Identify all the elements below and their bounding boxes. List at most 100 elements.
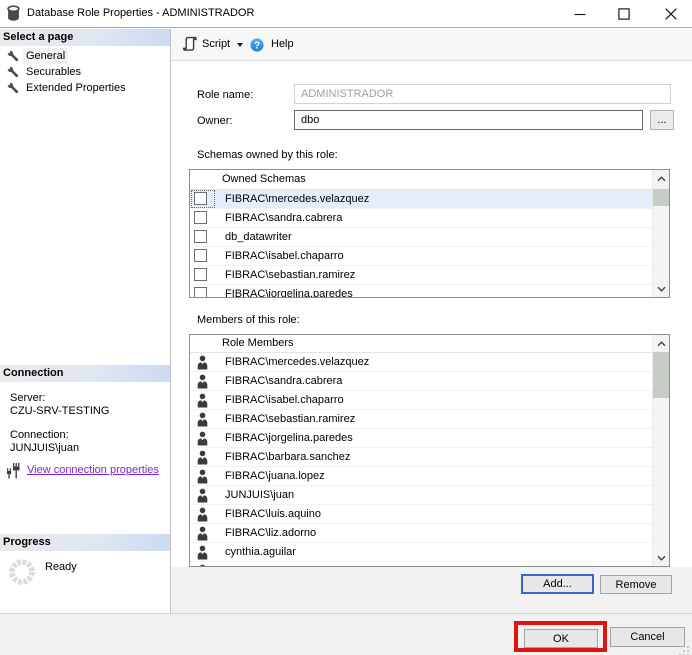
schema-name: FIBRAC\sandra.cabrera [225, 209, 342, 227]
wrench-icon [7, 50, 19, 62]
user-icon [197, 393, 208, 411]
user-icon [197, 412, 208, 430]
add-button[interactable]: Add... [521, 574, 594, 594]
role-member-row[interactable]: FIBRAC\luis.aquino [190, 505, 652, 524]
window-title: Database Role Properties - ADMINISTRADOR [27, 0, 254, 27]
script-button[interactable]: Script [202, 29, 230, 60]
role-member-row[interactable]: FIBRAC\juana.lopez [190, 467, 652, 486]
role-member-row[interactable]: FIBRAC\sandra.cabrera [190, 372, 652, 391]
member-name: cynthia.aguilar [225, 543, 296, 561]
role-name-input: ADMINISTRADOR [294, 84, 671, 104]
title-bar: Database Role Properties - ADMINISTRADOR [0, 0, 692, 28]
connection-value: JUNJUIS\juan [10, 442, 79, 455]
schema-name: FIBRAC\isabel.chaparro [225, 247, 344, 265]
role-member-row[interactable]: FIBRAC\barbara.sanchez [190, 448, 652, 467]
script-dropdown-caret-icon[interactable] [237, 43, 243, 47]
sidebar-page-item[interactable]: Extended Properties [0, 80, 170, 96]
member-name: FIBRAC\jorgelina.paredes [225, 429, 353, 447]
resize-grip[interactable] [687, 646, 689, 648]
role-member-row[interactable]: FIBRAC\isabel.chaparro [190, 391, 652, 410]
list-buttons-strip: Add... Remove [171, 567, 692, 613]
member-name: JUNJUIS\juan [225, 486, 294, 504]
cancel-button[interactable]: Cancel [610, 627, 685, 647]
role-member-row[interactable]: cynthia.aguilar [190, 543, 652, 562]
owned-schema-row[interactable]: FIBRAC\mercedes.velazquez [190, 190, 652, 209]
role-members-column-header: Role Members [190, 335, 652, 353]
user-icon [197, 507, 208, 525]
progress-spinner-icon [7, 557, 37, 590]
schema-checkbox[interactable] [194, 230, 207, 243]
role-member-row[interactable]: FIBRAC\liz.adorno [190, 524, 652, 543]
owned-schema-row[interactable]: FIBRAC\isabel.chaparro [190, 247, 652, 266]
svg-text:?: ? [254, 41, 260, 52]
server-label: Server: [10, 392, 45, 405]
database-icon [7, 5, 20, 25]
connection-label: Connection: [10, 429, 69, 442]
progress-status: Ready [45, 561, 77, 574]
select-a-page-header: Select a page [0, 29, 170, 46]
maximize-button[interactable] [607, 0, 641, 27]
member-name: FIBRAC\sebastian.ramirez [225, 410, 355, 428]
owned-schemas-scrollbar[interactable] [652, 170, 669, 297]
sidebar-page-label: Securables [23, 64, 84, 80]
ok-button[interactable]: OK [524, 629, 598, 648]
scroll-down-icon[interactable] [653, 549, 669, 566]
scroll-up-icon[interactable] [653, 335, 669, 352]
scroll-up-icon[interactable] [653, 170, 669, 187]
role-members-rows: FIBRAC\mercedes.velazquez FIBRAC\sandra.… [190, 353, 652, 567]
owner-input[interactable]: dbo [294, 110, 643, 130]
user-icon [197, 469, 208, 487]
sidebar-page-item[interactable]: General [0, 48, 170, 64]
minimize-button[interactable] [563, 0, 597, 27]
user-icon [197, 374, 208, 392]
role-member-row[interactable]: FIBRAC\jorgelina.paredes [190, 429, 652, 448]
script-icon[interactable] [182, 36, 198, 55]
owner-browse-button[interactable]: ... [650, 110, 674, 130]
schema-checkbox[interactable] [194, 211, 207, 224]
schema-name: FIBRAC\sebastian.ramirez [225, 266, 355, 284]
help-icon[interactable]: ? [250, 38, 264, 55]
owned-schemas-rows: FIBRAC\mercedes.velazquez FIBRAC\sandra.… [190, 190, 652, 298]
owned-schema-row[interactable]: FIBRAC\jorgelina.paredes [190, 285, 652, 298]
wrench-icon [7, 82, 19, 94]
owner-label: Owner: [197, 114, 232, 128]
members-label: Members of this role: [197, 313, 300, 327]
help-button[interactable]: Help [271, 29, 294, 60]
scrollbar-thumb[interactable] [653, 189, 669, 206]
connection-header: Connection [0, 365, 170, 382]
owned-schema-row[interactable]: FIBRAC\sebastian.ramirez [190, 266, 652, 285]
schema-checkbox[interactable] [194, 249, 207, 262]
member-name: FIBRAC\barbara.sanchez [225, 448, 350, 466]
server-value: CZU-SRV-TESTING [10, 405, 109, 418]
sidebar-page-item[interactable]: Securables [0, 64, 170, 80]
schema-name: FIBRAC\jorgelina.paredes [225, 285, 353, 298]
owned-schemas-list: FIBRAC\mercedes.velazquez FIBRAC\sandra.… [189, 169, 670, 298]
role-member-row[interactable]: FIBRAC\mercedes.velazquez [190, 353, 652, 372]
member-name: FIBRAC\mercedes.velazquez [225, 353, 369, 371]
wrench-icon [7, 66, 19, 78]
scrollbar-thumb[interactable] [653, 352, 669, 398]
schemas-owned-label: Schemas owned by this role: [197, 148, 338, 162]
dialog-database-role-properties: Database Role Properties - ADMINISTRADOR… [0, 0, 692, 655]
view-connection-properties-link[interactable]: View connection properties [27, 464, 159, 476]
scroll-down-icon[interactable] [653, 280, 669, 297]
close-button[interactable] [654, 0, 688, 27]
member-name: FIBRAC\juana.lopez [225, 467, 325, 485]
role-name-label: Role name: [197, 88, 253, 102]
owned-schema-row[interactable]: db_datawriter [190, 228, 652, 247]
role-member-row[interactable]: FIBRAC\sebastian.ramirez [190, 410, 652, 429]
schema-checkbox[interactable] [194, 287, 207, 298]
user-icon [197, 526, 208, 544]
role-members-scrollbar[interactable] [652, 335, 669, 566]
remove-button[interactable]: Remove [600, 575, 672, 594]
member-name: FIBRAC\liz.adorno [225, 524, 316, 542]
schema-name: db_datawriter [225, 228, 292, 246]
member-name: FIBRAC\sandra.cabrera [225, 372, 342, 390]
schema-checkbox[interactable] [194, 192, 207, 205]
member-name: FIBRAC\luis.aquino [225, 505, 321, 523]
owned-schema-row[interactable]: FIBRAC\sandra.cabrera [190, 209, 652, 228]
owned-schemas-column-header: Owned Schemas [190, 170, 652, 190]
schema-checkbox[interactable] [194, 268, 207, 281]
role-members-list: FIBRAC\mercedes.velazquez FIBRAC\sandra.… [189, 334, 670, 567]
role-member-row[interactable]: JUNJUIS\juan [190, 486, 652, 505]
